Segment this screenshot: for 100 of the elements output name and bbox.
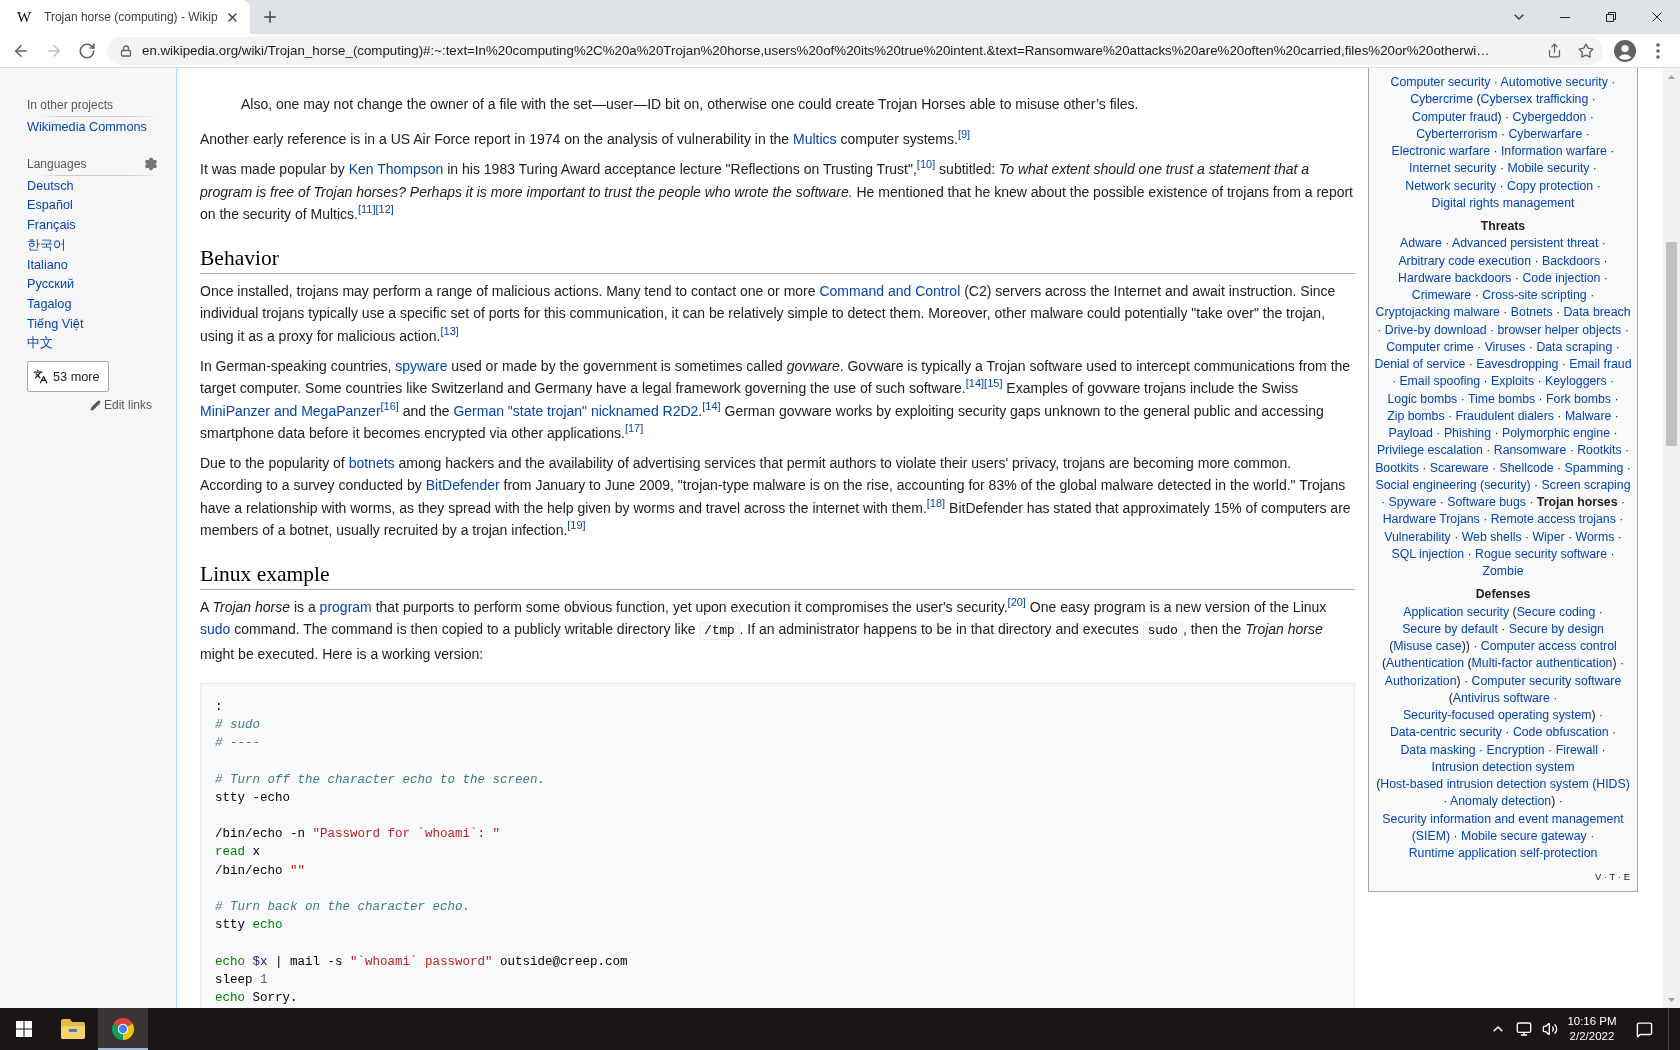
navbox-link[interactable]: Backdoors (1541, 253, 1601, 268)
navbox-link[interactable]: Hardware backdoors (1398, 270, 1512, 285)
taskbar-app-button[interactable] (98, 1008, 148, 1050)
more-languages-button[interactable]: 53 more (27, 361, 109, 393)
navbox-link[interactable]: Email fraud (1569, 357, 1632, 371)
reference-link[interactable]: [14] (965, 377, 985, 390)
reference-link[interactable]: [19] (567, 519, 586, 532)
navbox-link[interactable]: Data scraping (1536, 339, 1613, 354)
article-link[interactable]: Command and Control (819, 283, 961, 300)
navbox-link[interactable]: Zip bombs (1387, 408, 1445, 423)
navbox-link[interactable]: Firewall (1555, 742, 1598, 757)
navbox-link[interactable]: Fraudulent dialers (1455, 408, 1554, 423)
navbox-link[interactable]: Internet security (1409, 161, 1497, 176)
navbox-link[interactable]: Computer access control (1480, 639, 1617, 653)
reference-link[interactable]: [11] (357, 203, 376, 216)
reference-link[interactable]: [16] (380, 399, 399, 412)
language-link[interactable]: 中文 (27, 334, 53, 355)
navbox-link[interactable]: Computer security software (1471, 673, 1622, 688)
navbox-link[interactable]: Misuse case (1393, 639, 1462, 653)
navbox-link[interactable]: Intrusion detection system (1431, 759, 1575, 774)
navbox-link[interactable]: Zombie (1482, 564, 1524, 578)
article-link[interactable]: botnets (348, 454, 395, 471)
navbox-link[interactable]: Time bombs (1467, 391, 1536, 406)
navbox-link[interactable]: Viruses (1484, 339, 1526, 354)
navbox-link[interactable]: Data masking (1400, 742, 1476, 757)
language-link[interactable]: Tagalog (27, 294, 72, 315)
taskbar-clock[interactable]: 10:16 PM 2/2/2022 (1562, 1008, 1622, 1050)
navbox-link[interactable]: Social engineering (security) (1375, 477, 1531, 492)
navbox-link[interactable]: Multi-factor authentication (1471, 656, 1613, 671)
navbox-link[interactable]: Ransomware (1493, 443, 1567, 458)
navbox-footer-link[interactable]: V (1594, 871, 1602, 883)
article-link[interactable]: Multics (793, 131, 837, 148)
navbox-link[interactable]: Network security (1405, 178, 1497, 193)
navbox-link[interactable]: Rogue security software (1475, 546, 1607, 561)
navbox-footer-link[interactable]: E (1623, 871, 1630, 883)
navbox-link[interactable]: Email spoofing (1399, 374, 1481, 389)
navbox-link[interactable]: Cyberwarfare (1508, 126, 1583, 141)
navbox-link[interactable]: Rootkits (1577, 443, 1622, 458)
navbox-link[interactable]: Cryptojacking malware (1375, 305, 1500, 320)
navbox-link[interactable]: Drive-by download (1384, 322, 1487, 337)
reference-link[interactable]: [20] (1007, 596, 1026, 609)
article-link[interactable]: Ken Thompson (348, 161, 444, 178)
navbox-link[interactable]: Electronic warfare (1391, 144, 1490, 158)
navbox-link[interactable]: Adware (1400, 236, 1442, 251)
navbox-link[interactable]: Payload (1388, 426, 1433, 440)
reference-link[interactable]: [18] (926, 497, 946, 510)
navbox-link[interactable]: Spyware (1388, 495, 1437, 509)
article-link[interactable]: MiniPanzer and MegaPanzer (200, 402, 381, 419)
navbox-link[interactable]: Mobile secure gateway (1460, 828, 1587, 843)
navbox-link[interactable]: Antivirus software (1452, 690, 1550, 705)
navbox-link[interactable]: Cybersex trafficking (1480, 92, 1589, 107)
navbox-link[interactable]: Exploits (1491, 374, 1535, 389)
current-page-link[interactable]: Trojan horses (1536, 495, 1618, 509)
navbox-link[interactable]: Phishing (1443, 426, 1492, 440)
address-bar[interactable]: en.wikipedia.org/wiki/Trojan_horse_(computing)#:~:text=In%20computing%2C%20a%20Trojan%20horse,users%20of%20its%20true%20intent.&text=Ransomware%20attacks%20are%20often%20carried,files%20or%20otherwi… (107, 36, 1603, 65)
navbox-link[interactable]: Security information and event management (1382, 811, 1624, 826)
language-link[interactable]: Tiếng Việt (27, 314, 84, 335)
navbox-link[interactable]: Web shells (1461, 529, 1522, 544)
navbox-link[interactable]: Malware (1564, 408, 1612, 423)
navbox-link[interactable]: Cybercrime (1410, 92, 1474, 107)
browser-tab[interactable]: W Trojan horse (computing) - Wikip (0, 0, 250, 34)
language-link[interactable]: Italiano (27, 255, 68, 276)
navbox-link[interactable]: Keyloggers (1545, 374, 1607, 389)
navbox-link[interactable]: Computer crime (1386, 339, 1474, 354)
navbox-link[interactable]: Wiper (1532, 529, 1565, 544)
reference-link[interactable]: [13] (440, 325, 459, 338)
edit-links-link[interactable]: Edit links (89, 396, 152, 416)
navbox-link[interactable]: Security-focused operating system (1402, 708, 1592, 722)
navbox-link[interactable]: Bootkits (1375, 460, 1419, 475)
navbox-link[interactable]: Encryption (1486, 742, 1545, 757)
navbox-link[interactable]: browser helper objects (1497, 322, 1622, 337)
reference-link[interactable]: [15] (984, 377, 1003, 390)
navbox-link[interactable]: Hardware Trojans (1382, 512, 1480, 527)
navbox-link[interactable]: Authorization (1384, 673, 1457, 688)
navbox-link[interactable]: Vulnerability (1384, 529, 1451, 544)
navbox-link[interactable]: Code injection (1522, 270, 1601, 285)
article-link[interactable]: BitDefender (425, 477, 500, 494)
article-link[interactable]: program (319, 599, 372, 615)
navbox-link[interactable]: Scareware (1429, 460, 1489, 475)
navbox-link[interactable]: SQL injection (1391, 546, 1465, 561)
share-icon[interactable] (1547, 43, 1562, 58)
navbox-link[interactable]: Mobile security (1507, 161, 1590, 176)
navbox-link[interactable]: Advanced persistent threat (1452, 236, 1599, 251)
navbox-link[interactable]: Information warfare (1500, 144, 1607, 158)
navbox-link[interactable]: Computer fraud (1412, 109, 1498, 124)
reference-link[interactable]: [12] (375, 203, 394, 216)
reference-link[interactable]: [17] (624, 422, 644, 435)
navbox-link[interactable]: Spamming (1564, 460, 1624, 475)
language-link[interactable]: Deutsch (27, 176, 74, 197)
navbox-link[interactable]: Digital rights management (1431, 195, 1575, 210)
language-link[interactable]: 한국어 (27, 235, 66, 256)
navbox-link[interactable]: Data-centric security (1389, 725, 1502, 740)
navbox-link[interactable]: Data breach (1563, 305, 1631, 320)
navbox-link[interactable]: Privilege escalation (1376, 443, 1483, 458)
article-link[interactable]: spyware (395, 357, 448, 374)
navbox-link[interactable]: Arbitrary code execution (1398, 253, 1531, 268)
star-icon[interactable] (1578, 42, 1594, 59)
navbox-link[interactable]: Host-based intrusion detection system (HIDS) (1380, 777, 1630, 791)
navbox-link[interactable]: Secure coding (1516, 604, 1596, 619)
navbox-link[interactable]: Automotive security (1500, 75, 1608, 89)
